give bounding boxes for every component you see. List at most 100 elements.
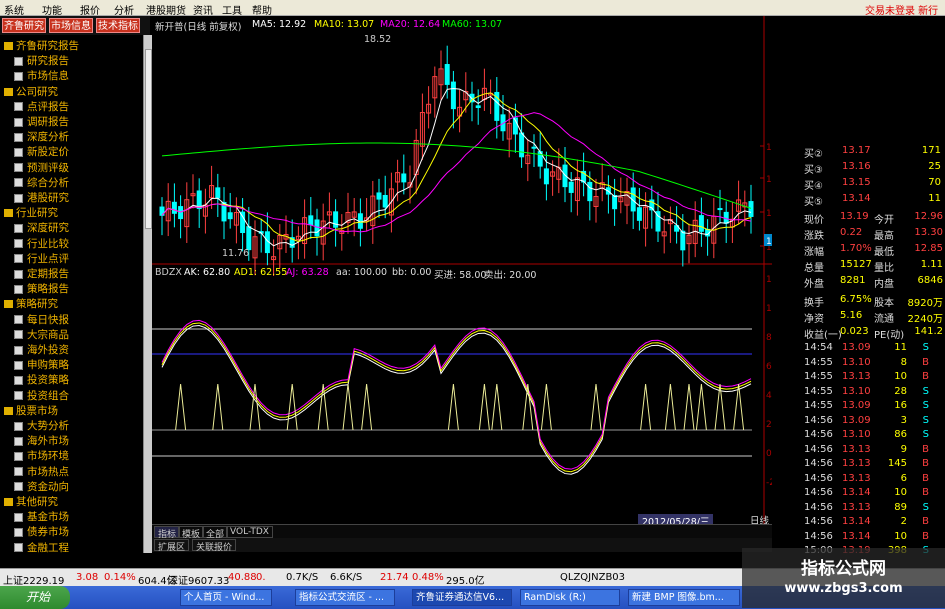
tree-category[interactable]: 其他研究 [4,494,58,509]
tick-side: B [922,487,929,498]
tree-category[interactable]: 行业研究 [4,205,58,220]
menu-quote[interactable]: 报价 [80,2,100,17]
tree-item[interactable]: 海外市场 [14,433,69,448]
stat-label: 收益(一) [804,330,842,341]
menu-function[interactable]: 功能 [42,2,62,17]
tick-row: 14:56 13.09 3 S [772,414,945,429]
tree-item[interactable]: 研究报告 [14,53,69,68]
bid-volume: 25 [928,161,941,172]
tick-time: 14:56 [804,501,833,513]
tree-category-label: 公司研究 [16,85,58,98]
tab-related-quote[interactable]: 关联报价 [192,539,237,553]
stat-label: 外盘 [804,279,824,290]
candle-body [401,173,407,183]
tab-template[interactable]: 模板 [178,526,205,540]
stat-row: 净资 5.16 流通 2240万 [772,308,945,325]
menu-system[interactable]: 系统 [4,2,24,17]
tree-item[interactable]: 海外投资 [14,342,69,357]
tech-indicator-button[interactable]: 技术指标 [96,18,140,33]
tree-item[interactable]: 投资组合 [14,388,69,403]
bid-level-label: 买④ [804,181,823,192]
task-tdx[interactable]: 齐鲁证券通达信V6... [412,589,512,606]
redacted-box [316,285,628,323]
start-button[interactable]: 开始 [0,586,70,609]
tree-category[interactable]: 策略研究 [4,296,58,311]
tick-row: 14:55 13.13 10 B [772,370,945,385]
menu-news[interactable]: 资讯 [193,2,213,17]
task-bmp[interactable]: 新建 BMP 图像.bm... [628,589,740,606]
qilu-research-button[interactable]: 齐鲁研究 [2,18,46,33]
signal-triangle [342,383,354,431]
signal-triangle [491,383,503,431]
tick-row: 14:56 13.13 145 B [772,457,945,472]
tree-item[interactable]: 金融工程 [14,540,69,555]
tree-item[interactable]: 投资策略 [14,372,69,387]
tab-vol-tdx[interactable]: VOL-TDX [226,526,273,538]
tab-all[interactable]: 全部 [202,526,229,540]
tree-item[interactable]: 深度研究 [14,220,69,235]
task-forum[interactable]: 指标公式交流区 - ... [295,589,395,606]
bid-level-label: 买② [804,149,823,160]
tree-item[interactable]: 策略报告 [14,281,69,296]
menu-help[interactable]: 帮助 [252,2,272,17]
market-info-button[interactable]: 市场信息 [49,18,93,33]
tree-item[interactable]: 债券市场 [14,524,69,539]
kline-chart[interactable]: 新开普(日线 前复权) MA5: 12.92 MA10: 13.07 MA20:… [152,16,772,538]
task-ramdisk[interactable]: RamDisk (R:) [520,589,620,606]
bid-volume: 171 [921,145,941,156]
tree-item[interactable]: 港股研究 [14,190,69,205]
signal-triangle [695,383,707,431]
tree-item[interactable]: 申购策略 [14,357,69,372]
tick-volume: 10 [894,371,907,382]
tab-indicator[interactable]: 指标 [154,526,181,540]
tab-extension[interactable]: 扩展区 [154,539,190,553]
menu-analysis[interactable]: 分析 [114,2,134,17]
tree-item[interactable]: 预测评级 [14,160,69,175]
task-wind[interactable]: 个人首页 - Wind... [180,589,272,606]
tree-item[interactable]: 市场环境 [14,448,69,463]
stat-value-2: 12.96 [914,211,943,222]
bid-price: 13.14 [842,193,871,204]
stat-label-2: 最高 [874,231,894,242]
tree-category[interactable]: 公司研究 [4,84,58,99]
tree-item[interactable]: 行业点评 [14,251,69,266]
login-status[interactable]: 交易未登录 新行 [865,2,938,17]
tree-item-label: 调研报告 [27,116,69,128]
tree-category[interactable]: 齐鲁研究报告 [4,38,79,53]
tick-volume: 10 [894,530,907,542]
candle-body [748,201,754,217]
sidebar-scrollbar[interactable] [143,35,152,553]
tree-item[interactable]: 大势分析 [14,418,69,433]
scrollbar-thumb[interactable] [145,49,152,229]
candle-body [531,146,537,149]
tick-row: 14:54 13.09 11 S [772,341,945,356]
tree-item[interactable]: 大宗商品 [14,327,69,342]
tree-item[interactable]: 点评报告 [14,99,69,114]
tree-item[interactable]: 资金动向 [14,479,69,494]
candle-body [215,187,221,199]
sz-index[interactable]: 深证9607.33 [168,572,229,587]
sh-index[interactable]: 上证2229.19 [3,572,64,587]
menu-hk-futures[interactable]: 港股期货 [146,2,186,17]
tree-item[interactable]: 综合分析 [14,175,69,190]
tree-item[interactable]: 行业比较 [14,236,69,251]
stat-value: 8281 [840,275,866,286]
tree-item-label: 大势分析 [27,420,69,432]
menu-tools[interactable]: 工具 [222,2,242,17]
tick-side: B [922,516,929,527]
tree-item[interactable]: 每日快报 [14,312,69,327]
tick-side: S [922,385,929,397]
tree-category[interactable]: 股票市场 [4,403,58,418]
tree-item[interactable]: 市场信息 [14,68,69,83]
tree-item-label: 综合分析 [27,176,69,189]
tree-item[interactable]: 基金市场 [14,509,69,524]
tree-item[interactable]: 定期报告 [14,266,69,281]
signal-triangle [286,383,298,431]
tree-item[interactable]: 新股定价 [14,144,69,159]
tree-item[interactable]: 深度分析 [14,129,69,144]
signal-triangle [478,383,490,431]
tick-volume: 8 [900,356,907,368]
tree-item[interactable]: 市场热点 [14,464,69,479]
tree-item[interactable]: 调研报告 [14,114,69,129]
stat-row: 现价 13.19 今开 12.96 [772,209,945,226]
